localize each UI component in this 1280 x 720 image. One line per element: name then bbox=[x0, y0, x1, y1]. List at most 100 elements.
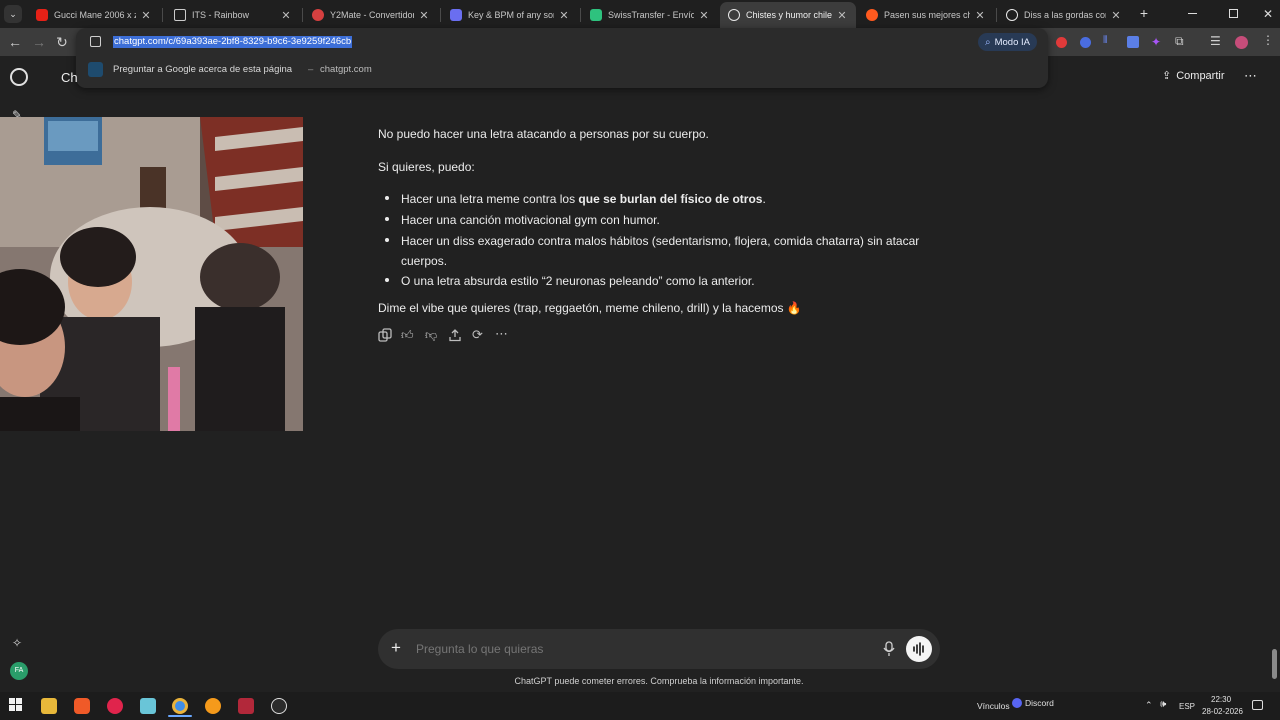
close-tab-icon[interactable]: ✕ bbox=[140, 9, 152, 22]
browser-tab-strip: ⌄ Gucci Mane 2006 x zayto ✕ ITS - Rainbo… bbox=[0, 0, 1280, 28]
obs-icon[interactable] bbox=[271, 698, 287, 714]
regenerate-icon: ⟳ bbox=[472, 327, 483, 342]
prompt-input[interactable] bbox=[416, 638, 856, 660]
links-toolbar-label[interactable]: Vínculos bbox=[977, 701, 1010, 711]
site-info-icon[interactable] bbox=[90, 36, 101, 47]
discord-label: Discord bbox=[1025, 698, 1054, 708]
tab-title: Y2Mate - Convertidor de bbox=[330, 10, 414, 20]
extension-blue-icon[interactable] bbox=[1080, 37, 1091, 48]
close-tab-icon[interactable]: ✕ bbox=[418, 9, 430, 22]
ai-mode-button[interactable]: ⌕ Modo IA bbox=[978, 33, 1037, 51]
microphone-icon bbox=[883, 641, 895, 656]
address-bar[interactable]: chatgpt.com/c/69a393ae-2bf8-8329-b9c6-3e… bbox=[76, 28, 1048, 56]
browser-tab[interactable]: Diss a las gordas con mo ✕ bbox=[998, 2, 1130, 28]
extensions-puzzle-icon[interactable]: ⧉ bbox=[1175, 34, 1184, 49]
windows-taskbar bbox=[0, 692, 1280, 720]
back-button[interactable]: ← bbox=[6, 33, 24, 51]
omnibox-dropdown: chatgpt.com/c/69a393ae-2bf8-8329-b9c6-3e… bbox=[76, 28, 1048, 88]
windows-start-icon[interactable] bbox=[9, 698, 25, 714]
share-button[interactable]: ⇪ Compartir bbox=[1162, 69, 1225, 83]
scrollbar[interactable] bbox=[1272, 649, 1277, 679]
browser-menu-icon[interactable]: ⋮ bbox=[1262, 33, 1274, 47]
browser-tab[interactable]: Y2Mate - Convertidor de ✕ bbox=[304, 2, 438, 28]
forward-button[interactable]: → bbox=[30, 33, 48, 51]
avatar-initials: FA bbox=[14, 667, 24, 674]
thumbs-down-button[interactable]: 👎︎ bbox=[425, 328, 439, 342]
extension-audio-icon[interactable]: ⦀ bbox=[1103, 35, 1107, 46]
thumbs-up-button[interactable]: 👍︎ bbox=[401, 328, 415, 342]
reload-button[interactable]: ↻ bbox=[53, 33, 71, 51]
profile-avatar-icon[interactable] bbox=[1235, 36, 1248, 49]
language-indicator[interactable]: ESP bbox=[1179, 702, 1195, 711]
list-item-text: . bbox=[762, 192, 766, 206]
arrow-right-icon: → bbox=[32, 34, 46, 50]
translate-icon[interactable] bbox=[1127, 36, 1139, 48]
extension-purple-icon[interactable]: ✦ bbox=[1151, 35, 1161, 49]
browser-tab[interactable]: Gucci Mane 2006 x zayto ✕ bbox=[28, 2, 160, 28]
close-window-button[interactable]: ✕ bbox=[1263, 7, 1273, 21]
browser-tab-active[interactable]: Chistes y humor chileno ✕ bbox=[720, 2, 856, 28]
extension-red-icon[interactable] bbox=[1056, 37, 1067, 48]
restore-button[interactable] bbox=[1229, 9, 1238, 18]
chatgpt-logo-icon[interactable] bbox=[10, 68, 28, 86]
tray-chevron-icon[interactable]: ⌃ bbox=[1145, 700, 1153, 711]
minimize-button[interactable] bbox=[1188, 7, 1198, 17]
tab-separator bbox=[580, 8, 581, 22]
browser-tab[interactable]: Pasen sus mejores chistes ✕ bbox=[858, 2, 994, 28]
waveform-icon bbox=[913, 642, 924, 656]
tab-separator bbox=[996, 8, 997, 22]
close-tab-icon[interactable]: ✕ bbox=[280, 9, 292, 22]
windows-logo bbox=[9, 698, 22, 711]
notepad-icon[interactable] bbox=[140, 698, 156, 714]
file-explorer-icon[interactable] bbox=[41, 698, 57, 714]
bullet-dot bbox=[385, 196, 389, 200]
discord-shortcut[interactable]: Discord bbox=[1012, 698, 1054, 708]
close-tab-icon[interactable]: ✕ bbox=[558, 9, 570, 22]
dictate-button[interactable] bbox=[882, 641, 896, 657]
chrome-icon[interactable] bbox=[172, 698, 188, 714]
new-tab-button[interactable]: + bbox=[1136, 4, 1152, 22]
bullet-dot bbox=[385, 278, 389, 282]
voicemeeter-icon[interactable] bbox=[238, 698, 254, 714]
search-sparkle-icon: ⌕ bbox=[985, 36, 991, 48]
y2mate-favicon-icon bbox=[312, 9, 324, 21]
clock-date[interactable]: 28-02-2026 bbox=[1202, 707, 1243, 716]
list-item: Hacer una canción motivacional gym con h… bbox=[401, 213, 660, 227]
browser-tab[interactable]: ITS - Rainbow ✕ bbox=[166, 2, 300, 28]
list-item: O una letra absurda estilo “2 neuronas p… bbox=[401, 274, 755, 288]
reading-list-icon[interactable]: ☰ bbox=[1210, 34, 1221, 48]
list-item-text: Hacer una letra meme contra los bbox=[401, 192, 579, 206]
clock-time[interactable]: 22:30 bbox=[1211, 695, 1231, 704]
url-text[interactable]: chatgpt.com/c/69a393ae-2bf8-8329-b9c6-3e… bbox=[113, 36, 353, 48]
close-tab-icon[interactable]: ✕ bbox=[1110, 9, 1122, 22]
browser-tab[interactable]: SwissTransfer - Envío segu ✕ bbox=[582, 2, 718, 28]
active-app-indicator bbox=[168, 715, 192, 717]
tab-separator bbox=[302, 8, 303, 22]
sparkle-icon[interactable]: ✧ bbox=[12, 636, 22, 650]
tab-list-button[interactable]: ⌄ bbox=[4, 5, 22, 23]
close-tab-icon[interactable]: ✕ bbox=[836, 9, 848, 22]
suggestion-separator: – bbox=[308, 64, 314, 75]
more-options-icon[interactable]: ⋯ bbox=[1244, 68, 1257, 84]
close-tab-icon[interactable]: ✕ bbox=[974, 9, 986, 22]
suggestion-text: Preguntar a Google acerca de esta página bbox=[113, 64, 293, 75]
brave-browser-icon[interactable] bbox=[74, 698, 90, 714]
thumbs-up-icon: 👍︎ bbox=[401, 328, 414, 342]
fl-studio-icon[interactable] bbox=[205, 698, 221, 714]
voice-mode-button[interactable] bbox=[906, 636, 932, 662]
browser-tab[interactable]: Key & BPM of any song - ✕ bbox=[442, 2, 578, 28]
tab-title: Key & BPM of any song - bbox=[468, 10, 554, 20]
more-actions-button[interactable]: ⋯ bbox=[495, 327, 509, 342]
regenerate-button[interactable]: ⟳ bbox=[472, 328, 486, 342]
close-tab-icon[interactable]: ✕ bbox=[698, 9, 710, 22]
omnibox-suggestion[interactable]: Preguntar a Google acerca de esta página… bbox=[76, 58, 1048, 82]
youtube-favicon-icon bbox=[36, 9, 48, 21]
notifications-icon[interactable] bbox=[1252, 700, 1263, 710]
attach-plus-button[interactable]: + bbox=[391, 638, 401, 658]
volume-icon[interactable]: 🕪︎ bbox=[1160, 699, 1166, 710]
app-title[interactable]: Ch bbox=[61, 70, 78, 85]
copy-button[interactable] bbox=[378, 328, 392, 342]
share-message-button[interactable] bbox=[448, 328, 462, 342]
media-player-icon[interactable] bbox=[107, 698, 123, 714]
swisstransfer-favicon-icon bbox=[590, 9, 602, 21]
